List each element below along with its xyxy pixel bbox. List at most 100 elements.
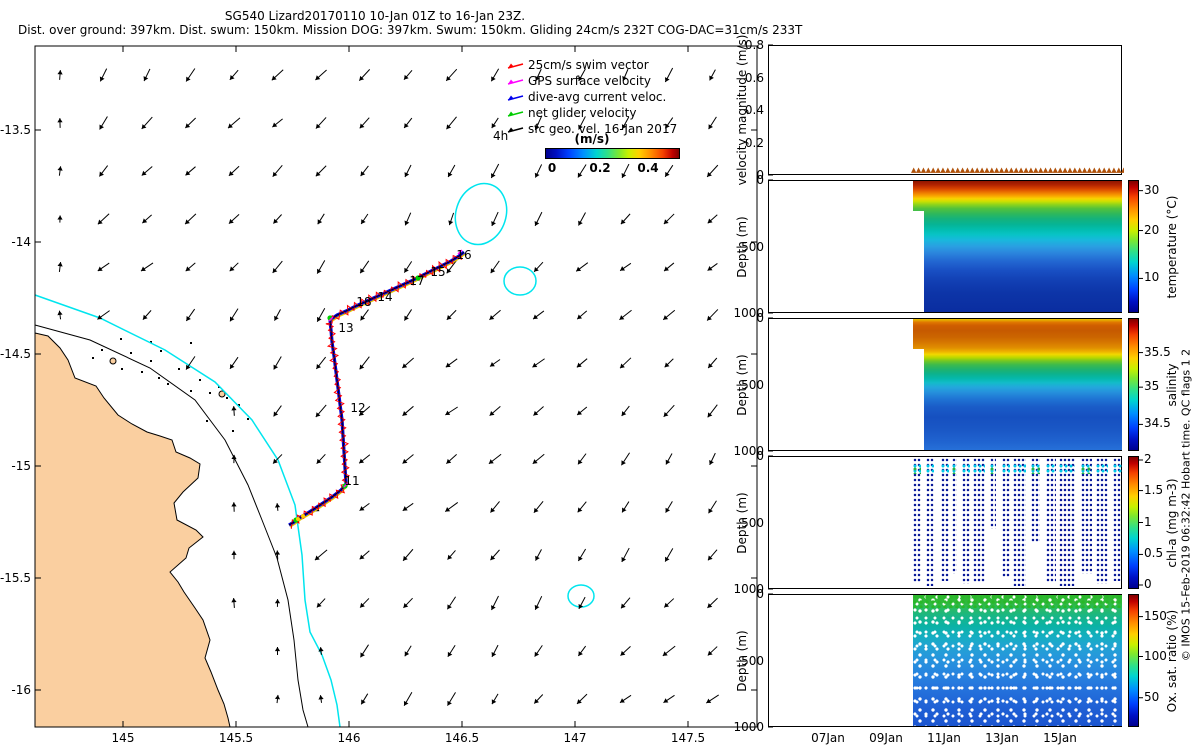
chl-surface-patch [973,464,985,473]
chl-data-column [1002,458,1010,578]
ox-cbar-tick-label: 150 [1144,608,1167,623]
current-arrow-head [360,315,366,321]
legend-cbar-tick-label: 0.2 [589,161,611,175]
dive-number-label: 14 [377,290,393,304]
dive-number-label: 13 [338,321,354,335]
current-arrow-head [57,310,63,316]
island-speck [167,383,169,385]
current-arrow-head [446,268,452,274]
current-arrow-head [662,651,668,656]
sal-y-tick-label: 500 [741,377,764,392]
legend-entry-label: sfc geo. vel. 16-Jan 2017 [528,122,678,136]
ox-cbar-label: Ox. sat. ratio (%) [1165,609,1179,712]
ox-data [913,595,1122,726]
surfacing-dot [301,514,305,518]
chl-data-column [1096,458,1108,585]
current-arrow-head [274,646,281,652]
map-y-tick-label: -14.5 [0,347,31,361]
chl-surface-patch [1113,464,1122,473]
sal-data [913,319,1122,450]
current-arrow-head [274,550,281,555]
current-arrow-head [533,314,538,320]
dive-number-label: 18 [356,295,372,309]
eddy-contour [567,584,595,608]
chl-surface-patch [926,464,934,473]
island-speck [209,392,211,394]
island-speck [190,342,192,344]
current-arrow-head [186,316,191,321]
chl-data-column [913,458,921,584]
island-speck [130,352,132,354]
current-arrow-head [578,651,583,656]
legend-entry-label: 25cm/s swim vector [528,58,649,72]
dive-number-label: 11 [344,474,360,488]
legend-colorbar [545,148,680,159]
ox-data-mask [913,595,1122,726]
island-speck [150,360,152,362]
chl-data-column [952,458,957,575]
legend-entry-label: net glider velocity [528,106,637,120]
island-speck [232,430,234,432]
current-arrow-head [532,362,538,368]
legend-entry-label: dive-avg current veloc. [528,90,667,104]
current-arrow-head [231,406,237,411]
current-arrow-head [231,550,237,555]
current-arrow-head [229,363,235,369]
glider-mission-figure: { "title": { "line1": "SG540 Lizard20170… [0,0,1200,750]
sal-cbar-tick-label: 34.5 [1144,416,1171,431]
temp-cbar-label: temperature (°C) [1165,195,1179,298]
chl-surface-patch [1002,464,1010,473]
chl-data-column [962,458,970,585]
map-x-tick-label: 145.5 [218,731,254,745]
temp-cbar-tick-label: 20 [1144,222,1160,237]
chl-surface-patch-green [952,467,957,474]
chl-data-column [1046,458,1056,584]
chl-surface-patch [1013,464,1026,473]
dive-number-label: 17 [409,274,425,288]
chl-surface-patch [1046,464,1056,473]
current-arrow-head [57,166,63,171]
sal-shallow-notch [913,349,924,450]
map-x-tick-label: 147.5 [670,731,706,745]
velocity-panel [768,45,1122,175]
current-arrow-head [359,364,365,370]
chl-cbar-tick-label: 2 [1144,451,1152,466]
map-y-tick-label: -14 [11,235,31,249]
current-arrow-head [619,315,625,320]
date-tick-label: 09Jan [869,731,903,745]
map-x-tick-label: 146 [337,731,361,745]
island-speck [190,390,192,392]
current-arrow-head [707,412,713,418]
land-polygon [34,332,231,728]
chl-cbar-tick-label: 0.5 [1144,546,1164,561]
current-arrow-head [57,215,63,220]
velocity-y-tick-label: 0.2 [744,135,764,150]
chl-data-column [973,458,985,584]
island-speck [101,349,103,351]
current-arrow-head [99,171,104,177]
date-tick-label: 11Jan [927,731,961,745]
temp-data [913,181,1122,312]
legend-cbar-tick-label: 0.4 [637,161,659,175]
chl-data-column [1013,458,1026,586]
temp-shallow-notch [913,211,924,312]
chl-surface-patch [962,464,970,473]
eddy-contour [503,266,537,296]
sal-cbar-tick-label: 35.5 [1144,344,1171,359]
chl-y-tick-label: 0 [756,449,764,463]
current-arrow-head [359,506,365,511]
current-arrow-head [57,70,63,75]
current-arrow-head [360,171,366,177]
ox-cbar-tick-label: 100 [1144,648,1167,663]
eddy-contour [454,182,508,246]
current-arrow-head [316,364,321,369]
current-arrow-head [231,454,237,460]
chl-surface-patch-green [1081,467,1092,474]
island-speck [141,371,143,373]
current-arrow-head [445,362,451,368]
island-speck [121,368,123,370]
chl-cbar-tick-label: 1.5 [1144,482,1164,497]
map-x-tick-label: 146.5 [444,731,480,745]
current-arrow-head [231,598,237,603]
island-speck [160,350,162,352]
